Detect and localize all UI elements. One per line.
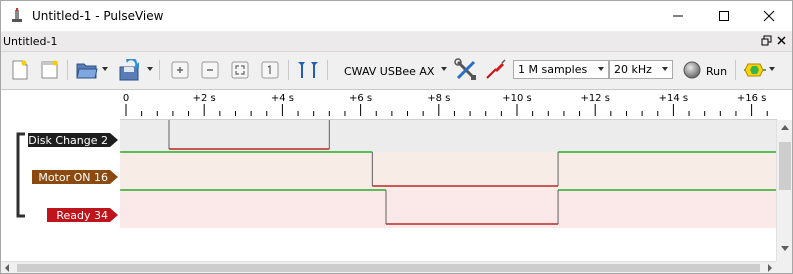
pulseview-app-icon [12, 8, 22, 22]
ruler-tick-label: +10 s [502, 93, 532, 104]
channel-row-background [120, 120, 776, 153]
configure-channels-button[interactable] [483, 58, 507, 82]
zoom-fit-button[interactable] [229, 58, 251, 82]
toolbar-separator [67, 60, 68, 80]
toolbar-separator [735, 60, 736, 80]
channel-header-pane: Disk Change 2 Motor ON 16 Ready 34 [1, 120, 120, 262]
signal-traces[interactable] [120, 120, 776, 262]
vertical-scroll-thumb[interactable] [779, 142, 791, 190]
main-toolbar: CWAV USBee AX 1 M samples 20 kHz Run [1, 52, 792, 88]
channel-label-2[interactable]: Ready 34 [47, 208, 118, 222]
decoder-icon [744, 63, 766, 77]
horizontal-scroll-thumb[interactable] [17, 264, 760, 272]
sample-count-dropdown-arrow [598, 67, 604, 71]
maximize-icon [719, 11, 729, 21]
title-bar: Untitled-1 - PulseView [1, 1, 792, 31]
horizontal-scrollbar[interactable] [1, 261, 776, 273]
open-file-icon [76, 63, 98, 79]
session-dock-title: Untitled-1 [3, 35, 58, 48]
new-view-icon [41, 60, 58, 79]
channel-row-background [120, 190, 776, 228]
zoom-one-icon [261, 61, 279, 79]
probe-icon [486, 59, 506, 79]
zoom-out-icon [201, 61, 219, 79]
new-view-button[interactable] [39, 58, 61, 82]
save-icon [119, 59, 139, 81]
channel-name: Motor ON 16 [38, 171, 108, 184]
scroll-up-arrow[interactable] [781, 125, 789, 130]
tools-icon [454, 58, 476, 80]
sample-rate-value: 20 kHz [614, 63, 652, 76]
zoom-in-button[interactable] [169, 58, 191, 82]
vertical-scrollbar-track [779, 125, 791, 251]
sample-rate-dropdown-arrow [662, 67, 668, 71]
sample-count-select[interactable]: 1 M samples [513, 60, 609, 79]
show-cursors-button[interactable] [295, 58, 321, 82]
channel-group-bracket [16, 132, 25, 218]
ruler-tick-label: +2 s [193, 93, 216, 104]
scroll-left-arrow[interactable] [5, 264, 9, 272]
ruler-tick-label: +8 s [427, 93, 450, 104]
time-ruler[interactable]: 0 +2 s +4 s +6 s +8 s +10 s +12 s +14 s +16 s [1, 90, 777, 120]
sample-rate-select[interactable]: 20 kHz [609, 60, 673, 79]
channel-name: Ready 34 [56, 209, 108, 222]
window-title: Untitled-1 - PulseView [32, 9, 164, 23]
channel-row-background [120, 152, 776, 190]
channel-label-1[interactable]: Motor ON 16 [32, 170, 118, 184]
ruler-tick-label: +6 s [349, 93, 372, 104]
sample-count-value: 1 M samples [518, 63, 588, 76]
pulseview-window: Untitled-1 - PulseView Untitled-1 CWAV U… [0, 0, 793, 274]
run-button[interactable] [681, 58, 703, 82]
ruler-tick-label: +4 s [271, 93, 294, 104]
toolbar-separator [159, 60, 160, 80]
channel-label-0[interactable]: Disk Change 2 [28, 133, 118, 147]
open-file-button[interactable] [75, 58, 99, 82]
toolbar-separator [288, 60, 289, 80]
float-dock-icon[interactable] [761, 35, 772, 46]
channel-name: Disk Change 2 [28, 134, 108, 147]
new-session-icon [12, 60, 28, 80]
decoder-dropdown-arrow[interactable] [769, 67, 775, 71]
run-label[interactable]: Run [706, 65, 727, 78]
zoom-in-icon [171, 61, 189, 79]
maximize-button[interactable] [701, 1, 747, 31]
scroll-right-arrow[interactable] [768, 264, 772, 272]
ruler-tick-label: +16 s [737, 93, 767, 104]
scroll-down-arrow[interactable] [781, 246, 789, 251]
ruler-tick-label: 0 [123, 93, 129, 104]
device-dropdown-arrow[interactable] [441, 67, 447, 71]
zoom-fit-icon [231, 61, 249, 79]
minimize-icon [673, 15, 683, 17]
new-session-button[interactable] [9, 58, 31, 82]
trace-view: 0 +2 s +4 s +6 s +8 s +10 s +12 s +14 s +16 s Di… [1, 89, 792, 262]
ruler-tick-label: +12 s [580, 93, 610, 104]
scrollbar-corner [776, 261, 792, 273]
close-dock-icon[interactable] [776, 35, 787, 46]
zoom-one-to-one-button[interactable] [259, 58, 281, 82]
session-dock-bar: Untitled-1 [1, 32, 792, 52]
save-dropdown-arrow[interactable] [147, 67, 153, 71]
zoom-out-button[interactable] [199, 58, 221, 82]
vertical-scrollbar[interactable] [776, 120, 792, 262]
add-decoder-button[interactable] [743, 58, 767, 82]
toolbar-separator [327, 60, 328, 80]
ruler-tick-label: +14 s [659, 93, 689, 104]
horizontal-scrollbar-track [5, 264, 772, 272]
save-button[interactable] [117, 58, 143, 82]
device-selector[interactable]: CWAV USBee AX [344, 65, 434, 78]
minimize-button[interactable] [655, 1, 701, 31]
configure-device-button[interactable] [453, 58, 479, 82]
close-icon [763, 10, 775, 22]
cursor-icon [298, 62, 318, 78]
open-dropdown-arrow[interactable] [102, 67, 108, 71]
run-icon [683, 61, 701, 79]
close-button[interactable] [746, 1, 792, 31]
